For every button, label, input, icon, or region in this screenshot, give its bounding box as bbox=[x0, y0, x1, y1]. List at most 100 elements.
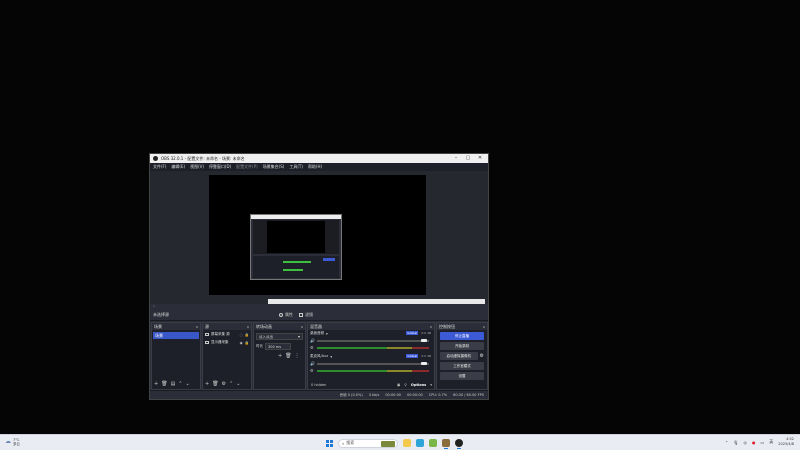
settings-button[interactable]: 设置 bbox=[440, 372, 484, 380]
close-button[interactable]: ✕ bbox=[474, 154, 486, 163]
transition-select[interactable]: 淡入淡出 bbox=[256, 333, 303, 340]
dropped-frames: 丢帧 0 (0.0%) bbox=[339, 392, 363, 397]
edge-icon[interactable] bbox=[416, 439, 424, 447]
eye-hidden-icon[interactable]: ◌ bbox=[240, 333, 243, 337]
app-green-icon[interactable] bbox=[429, 439, 437, 447]
location-icon[interactable]: ◎ bbox=[743, 440, 747, 445]
undock-icon[interactable]: ⧉ bbox=[247, 325, 249, 329]
link-icon[interactable]: ⚲ bbox=[404, 383, 407, 387]
audio-mixer-dock: 混音器 ⧉ 桌面音频 ▾ Global 0.0 dB 🔊 ⚙ 麦克风/Aux ▾… bbox=[307, 322, 435, 390]
duration-input[interactable]: 300 ms bbox=[265, 343, 291, 350]
move-up-icon[interactable]: ⌃ bbox=[229, 381, 233, 387]
db-readout: 0.0 dB bbox=[421, 331, 431, 335]
chevron-down-icon[interactable]: ▾ bbox=[326, 332, 328, 336]
app-red-tray-icon[interactable]: ● bbox=[752, 440, 756, 445]
volume-knob[interactable] bbox=[421, 338, 427, 342]
maximize-button[interactable]: ▢ bbox=[462, 154, 474, 163]
volume-slider[interactable] bbox=[317, 361, 429, 365]
preview-zoom-icon[interactable]: ⌖ bbox=[153, 304, 155, 308]
menu-edit[interactable]: 编辑(E) bbox=[171, 164, 185, 170]
channel-name: 麦克风/Aux bbox=[310, 354, 329, 358]
global-badge: Global bbox=[406, 354, 418, 358]
file-explorer-icon[interactable] bbox=[403, 439, 411, 447]
menu-file[interactable]: 文件(F) bbox=[153, 164, 166, 170]
chevron-down-icon[interactable]: ▾ bbox=[330, 355, 332, 359]
clock[interactable]: 4:52 2025/4/8 bbox=[778, 437, 794, 447]
search-icon: ⌕ bbox=[342, 440, 345, 446]
mixer-channel: 麦克风/Aux ▾ Global 0.0 dB 🔊 ⚙ bbox=[310, 354, 432, 376]
menu-scene-collection[interactable]: 场景集合(S) bbox=[263, 164, 285, 170]
volume-knob[interactable] bbox=[421, 361, 427, 365]
filters-button[interactable]: 滤镜 bbox=[299, 312, 313, 318]
cloud-icon: ☁ bbox=[5, 438, 11, 445]
preview-area[interactable] bbox=[150, 171, 488, 304]
taskbar: ☁ 7°C 多云 ⌕ 搜索 ⌃ 🎙 ◎ ● ▭ 英 4:52 2025/4/8 bbox=[0, 434, 800, 450]
rec-time: 00:00:00 bbox=[407, 393, 423, 397]
undock-icon[interactable]: ⧉ bbox=[301, 325, 303, 329]
volume-slider[interactable] bbox=[317, 338, 429, 342]
menu-profile[interactable]: 配置文件(P) bbox=[236, 164, 258, 170]
sources-dock-title: 源 bbox=[205, 323, 209, 329]
search-placeholder: 搜索 bbox=[346, 440, 355, 445]
speaker-icon[interactable]: 🔊 bbox=[310, 361, 315, 366]
menu-view[interactable]: 视图(V) bbox=[190, 164, 204, 170]
add-transition-icon[interactable]: + bbox=[278, 353, 282, 359]
mixer-options-button[interactable]: Options bbox=[411, 383, 426, 387]
mixer-settings-icon[interactable]: ⚙ bbox=[310, 345, 315, 350]
minimize-button[interactable]: – bbox=[450, 154, 462, 163]
remove-transition-icon[interactable]: 🗑 bbox=[285, 353, 291, 359]
menu-docks[interactable]: 停靠窗口(D) bbox=[209, 164, 231, 170]
channel-name: 桌面音频 bbox=[310, 331, 324, 335]
no-source-label: 未选择源 bbox=[153, 312, 169, 317]
remove-source-icon[interactable]: 🗑 bbox=[212, 381, 218, 387]
menu-help[interactable]: 帮助(H) bbox=[308, 164, 322, 170]
start-virtual-camera-button[interactable]: 启动虚拟摄像机 bbox=[440, 352, 478, 360]
lock-icon[interactable]: 🔒 bbox=[245, 333, 249, 337]
undock-icon[interactable]: ⧉ bbox=[430, 325, 432, 329]
mixer-channel: 桌面音频 ▾ Global 0.0 dB 🔊 ⚙ bbox=[310, 331, 432, 353]
add-scene-icon[interactable]: + bbox=[154, 381, 158, 387]
start-recording-button[interactable]: 开始录制 bbox=[440, 342, 484, 350]
language-indicator[interactable]: 英 bbox=[769, 439, 773, 445]
chevron-up-icon[interactable]: ⌃ bbox=[725, 440, 728, 445]
move-down-icon[interactable]: ⌄ bbox=[236, 381, 240, 387]
add-source-icon[interactable]: + bbox=[205, 381, 209, 387]
source-item[interactable]: 显示器采集 ◉ 🔒 bbox=[203, 339, 251, 346]
scene-item[interactable]: 场景 bbox=[153, 332, 199, 339]
obs-taskbar-icon[interactable] bbox=[455, 439, 463, 447]
move-down-icon[interactable]: ⌄ bbox=[186, 381, 190, 387]
taskbar-search[interactable]: ⌕ 搜索 bbox=[338, 438, 398, 448]
network-icon[interactable]: ▭ bbox=[760, 440, 764, 445]
stop-streaming-button[interactable]: 停止直播 bbox=[440, 332, 484, 340]
menu-tools[interactable]: 工具(T) bbox=[289, 164, 303, 170]
controls-dock-title: 控制按钮 bbox=[439, 323, 455, 329]
move-up-icon[interactable]: ⌃ bbox=[178, 381, 182, 387]
undock-icon[interactable]: ⧉ bbox=[196, 325, 198, 329]
undock-icon[interactable]: ⧉ bbox=[483, 325, 485, 329]
app-brown-icon[interactable] bbox=[442, 439, 450, 447]
chevron-down-icon[interactable]: ▾ bbox=[430, 383, 432, 387]
mic-icon[interactable]: 🎙 bbox=[733, 440, 738, 445]
more-icon[interactable]: ⋮ bbox=[295, 353, 300, 359]
mixer-settings-icon[interactable]: ⚙ bbox=[310, 368, 315, 373]
windows-start-icon[interactable] bbox=[326, 439, 333, 447]
remove-scene-icon[interactable]: 🗑 bbox=[161, 381, 167, 387]
gear-icon bbox=[279, 313, 283, 317]
preview-canvas[interactable] bbox=[209, 175, 485, 304]
hidden-count: 0 hidden bbox=[311, 383, 327, 387]
transitions-dock-title: 转场动画 bbox=[256, 323, 272, 329]
source-settings-icon[interactable]: ⚙ bbox=[222, 381, 226, 387]
properties-button[interactable]: 属性 bbox=[279, 312, 293, 318]
speaker-icon[interactable]: 🔊 bbox=[310, 338, 315, 343]
advanced-audio-icon[interactable]: ▣ bbox=[397, 383, 400, 387]
camera-icon bbox=[205, 333, 209, 336]
eye-icon[interactable]: ◉ bbox=[240, 341, 243, 345]
mixer-dock-title: 混音器 bbox=[310, 323, 322, 329]
source-item[interactable]: 屏幕采集 源 ◌ 🔒 bbox=[203, 331, 251, 338]
studio-mode-button[interactable]: 工作室模式 bbox=[440, 362, 484, 370]
lock-icon[interactable]: 🔒 bbox=[245, 341, 249, 345]
weather-widget[interactable]: ☁ 7°C 多云 bbox=[5, 438, 20, 446]
source-toolbar: 未选择源 属性 滤镜 bbox=[150, 310, 488, 321]
gear-icon[interactable]: ⚙ bbox=[480, 353, 484, 359]
scene-filter-icon[interactable]: ▤ bbox=[171, 381, 176, 387]
